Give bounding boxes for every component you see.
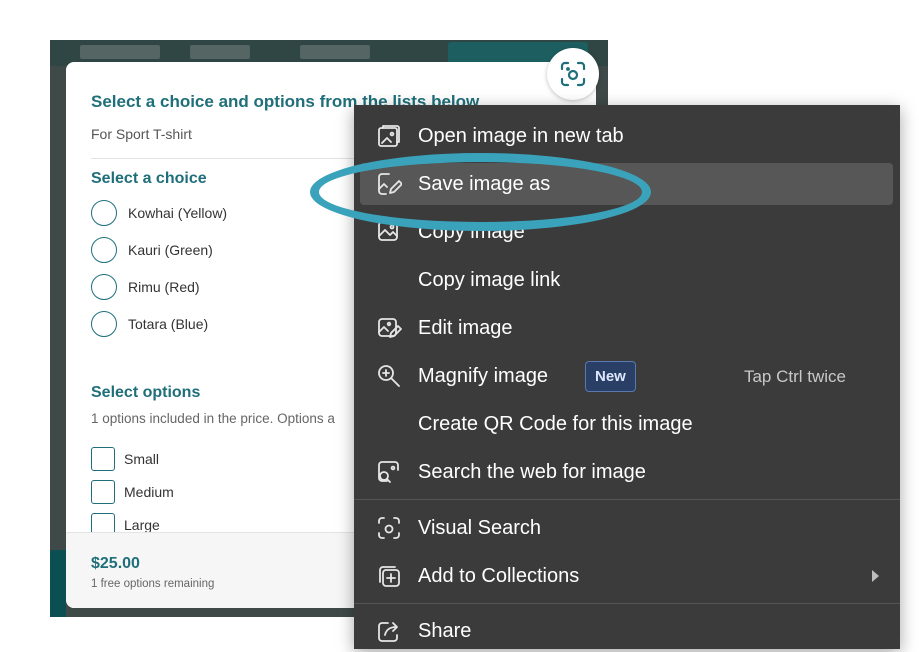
menu-item-copy-image[interactable]: Copy image bbox=[360, 211, 893, 253]
menu-item-label: Share bbox=[418, 620, 472, 642]
menu-item-label: Edit image bbox=[418, 317, 513, 339]
menu-item-label: Magnify image bbox=[418, 365, 549, 387]
checkbox[interactable] bbox=[91, 480, 115, 504]
menu-separator bbox=[354, 499, 900, 500]
menu-separator bbox=[354, 603, 900, 604]
edit-image-icon bbox=[378, 318, 402, 338]
new-badge: New bbox=[585, 361, 636, 392]
menu-item-magnify-image[interactable]: Magnify image New Tap Ctrl twice bbox=[360, 355, 893, 397]
free-options-remaining: 1 free options remaining bbox=[91, 578, 215, 590]
search-web-image-icon bbox=[378, 461, 399, 483]
menu-item-label: Create QR Code for this image bbox=[418, 413, 693, 435]
choice-label: Totara (Blue) bbox=[128, 316, 209, 332]
menu-item-create-qr-code[interactable]: Create QR Code for this image bbox=[360, 403, 893, 445]
choice-heading: Select a choice bbox=[91, 170, 207, 187]
copy-image-icon bbox=[378, 221, 398, 241]
form-subtitle: For Sport T-shirt bbox=[91, 126, 192, 142]
visual-search-icon bbox=[560, 61, 586, 87]
menu-item-edit-image[interactable]: Edit image bbox=[360, 307, 893, 349]
collections-icon bbox=[379, 566, 400, 587]
choice-label: Kowhai (Yellow) bbox=[128, 205, 228, 221]
menu-item-label: Open image in new tab bbox=[418, 125, 624, 147]
menu-item-save-image-as[interactable]: Save image as bbox=[360, 163, 893, 205]
radio-button[interactable] bbox=[91, 237, 117, 263]
price: $25.00 bbox=[91, 555, 140, 572]
menu-item-label: Copy image link bbox=[418, 269, 561, 291]
menu-item-visual-search[interactable]: Visual Search bbox=[360, 507, 893, 549]
visual-search-icon bbox=[378, 517, 400, 539]
menu-item-label: Search the web for image bbox=[418, 461, 646, 483]
context-menu: Open image in new tab Save image as Copy… bbox=[354, 105, 900, 649]
menu-item-open-image-new-tab[interactable]: Open image in new tab bbox=[360, 115, 893, 157]
magnify-icon bbox=[378, 365, 400, 387]
backdrop-accent bbox=[50, 550, 66, 617]
radio-button[interactable] bbox=[91, 311, 117, 337]
option-label: Large bbox=[124, 517, 160, 533]
menu-item-search-web-for-image[interactable]: Search the web for image bbox=[360, 451, 893, 493]
menu-item-label: Add to Collections bbox=[418, 565, 580, 587]
options-heading: Select options bbox=[91, 384, 201, 401]
menu-item-copy-image-link[interactable]: Copy image link bbox=[360, 259, 893, 301]
visual-search-button[interactable] bbox=[547, 48, 599, 100]
radio-button[interactable] bbox=[91, 200, 117, 226]
menu-item-share[interactable]: Share bbox=[360, 610, 893, 652]
option-label: Medium bbox=[124, 484, 174, 500]
open-image-icon bbox=[378, 125, 400, 147]
checkbox[interactable] bbox=[91, 447, 115, 471]
choice-label: Rimu (Red) bbox=[128, 279, 200, 295]
choice-label: Kauri (Green) bbox=[128, 242, 213, 258]
menu-item-label: Copy image bbox=[418, 221, 525, 243]
options-note: 1 options included in the price. Options… bbox=[91, 411, 335, 426]
menu-item-add-to-collections[interactable]: Add to Collections bbox=[360, 555, 893, 597]
radio-button[interactable] bbox=[91, 274, 117, 300]
submenu-arrow-icon bbox=[872, 570, 879, 582]
menu-item-label: Save image as bbox=[418, 173, 551, 195]
save-image-icon bbox=[378, 173, 402, 195]
option-label: Small bbox=[124, 451, 160, 467]
menu-item-label: Visual Search bbox=[418, 517, 542, 539]
shortcut-hint: Tap Ctrl twice bbox=[743, 367, 846, 386]
share-icon bbox=[378, 622, 398, 642]
